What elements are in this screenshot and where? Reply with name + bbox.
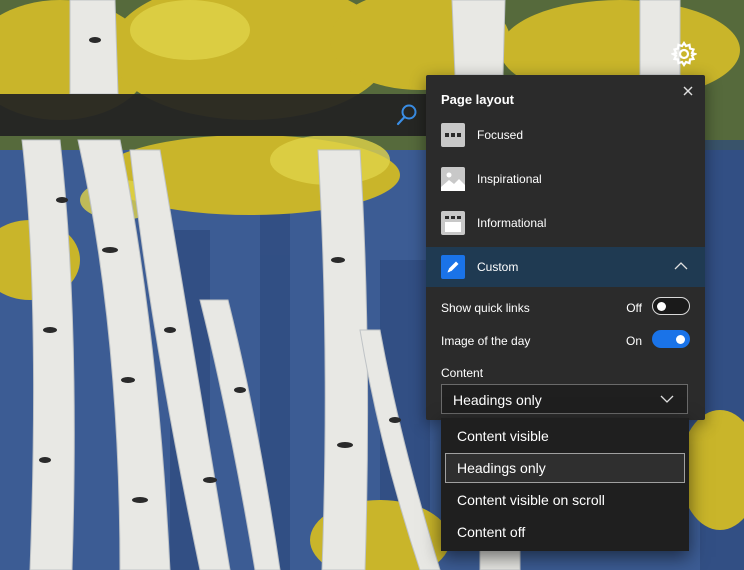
image-of-day-label: Image of the day [441, 334, 531, 348]
content-select[interactable]: Headings only [441, 384, 688, 414]
dropdown-option-content-visible[interactable]: Content visible [445, 421, 685, 451]
inspirational-layout-icon [441, 167, 465, 191]
content-label: Content [441, 366, 484, 380]
informational-layout-icon [441, 211, 465, 235]
dropdown-option-headings-only[interactable]: Headings only [445, 453, 685, 483]
layout-option-custom[interactable]: Custom [426, 247, 705, 287]
layout-option-focused[interactable]: Focused [426, 115, 705, 155]
layout-option-label: Custom [477, 260, 519, 274]
quick-links-toggle[interactable] [652, 297, 690, 315]
dropdown-option-label: Content off [457, 524, 526, 540]
quick-links-label: Show quick links [441, 301, 530, 315]
quick-links-row: Show quick links Off [441, 295, 690, 321]
pencil-icon [441, 255, 465, 279]
gear-icon[interactable] [671, 41, 697, 67]
layout-option-inspirational[interactable]: Inspirational [426, 159, 705, 199]
content-dropdown-list: Content visible Headings only Content vi… [441, 418, 689, 551]
toggle-knob [676, 334, 685, 344]
dropdown-option-content-off[interactable]: Content off [445, 517, 685, 547]
dropdown-option-label: Headings only [457, 460, 546, 476]
layout-option-label: Focused [477, 128, 524, 142]
layout-option-label: Inspirational [477, 172, 542, 186]
dropdown-option-content-visible-on-scroll[interactable]: Content visible on scroll [445, 485, 685, 515]
page-layout-panel: Page layout Focused Inspirational Inform… [426, 75, 705, 420]
chevron-up-icon[interactable] [674, 261, 688, 271]
image-of-day-row: Image of the day On [441, 328, 690, 354]
close-icon[interactable] [681, 84, 695, 98]
layout-option-informational[interactable]: Informational [426, 203, 705, 243]
image-of-day-state: On [625, 334, 642, 348]
dropdown-option-label: Content visible on scroll [457, 492, 605, 508]
dropdown-option-label: Content visible [457, 428, 549, 444]
content-select-value: Headings only [453, 392, 542, 408]
search-icon[interactable] [395, 103, 419, 127]
focused-layout-icon [441, 123, 465, 147]
search-bar[interactable] [0, 94, 426, 136]
chevron-down-icon [660, 395, 674, 403]
layout-option-label: Informational [477, 216, 547, 230]
quick-links-state: Off [626, 301, 642, 315]
toggle-knob [657, 301, 666, 311]
panel-title: Page layout [441, 92, 514, 107]
image-of-day-toggle[interactable] [652, 330, 690, 348]
